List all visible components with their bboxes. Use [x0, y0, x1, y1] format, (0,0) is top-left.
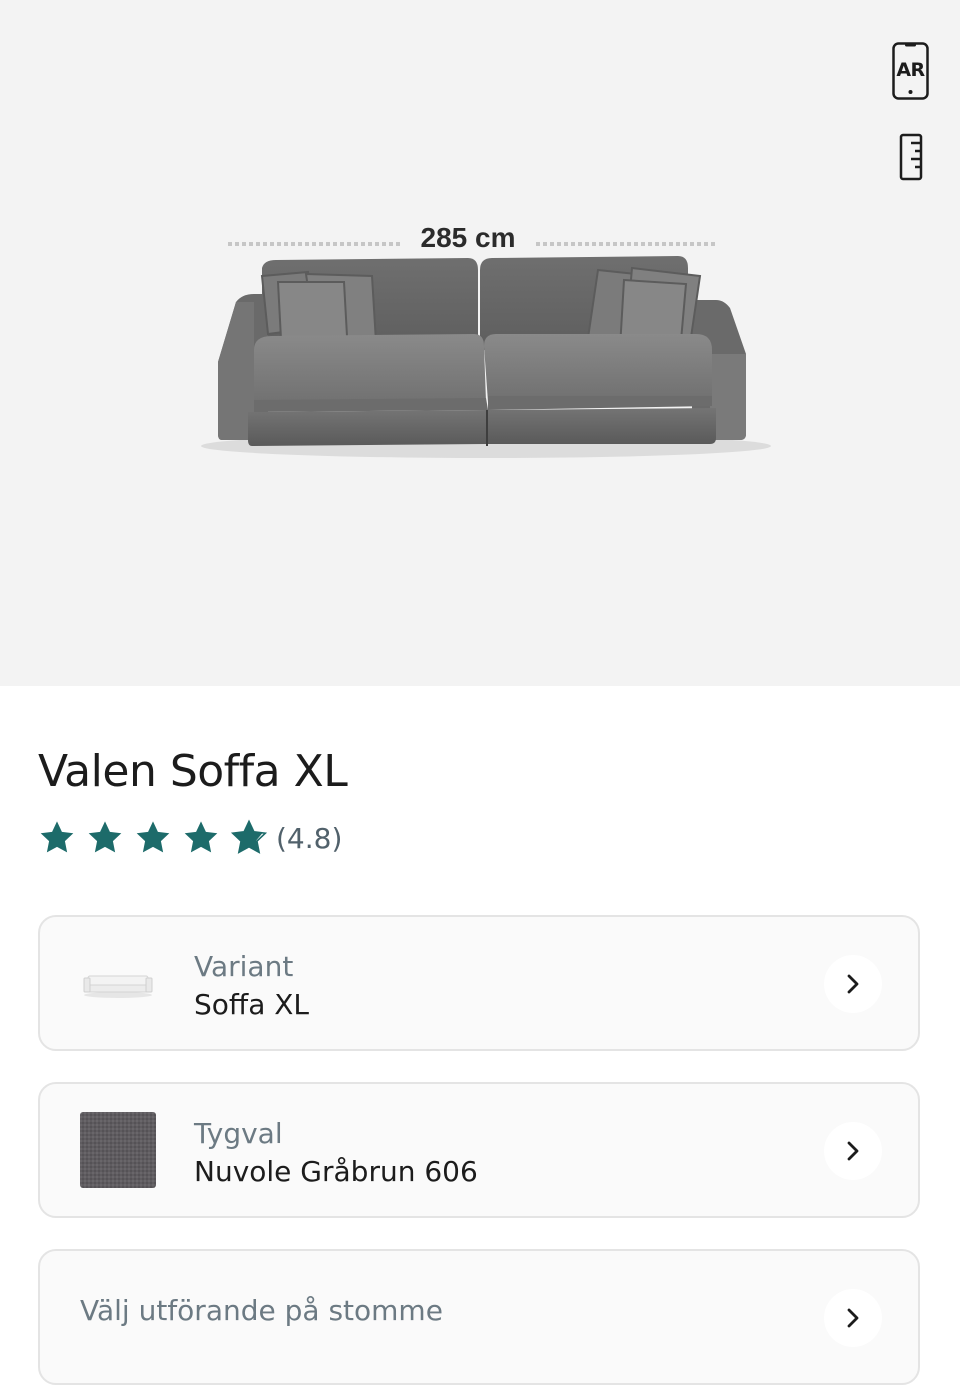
- star-icon: [40, 821, 74, 853]
- fabric-swatch: [80, 1112, 156, 1188]
- frame-finish-option-card[interactable]: Välj utförande på stomme: [38, 1249, 920, 1385]
- product-3d-viewer[interactable]: AR 285 cm: [0, 0, 960, 686]
- variant-option-card[interactable]: Variant Soffa XL: [38, 915, 920, 1051]
- option-value: Nuvole Gråbrun 606: [194, 1155, 478, 1188]
- star-icon: [136, 821, 170, 853]
- ruler-icon: [899, 133, 923, 181]
- rating-value: (4.8): [276, 821, 343, 855]
- option-label: Variant: [194, 950, 294, 983]
- chevron-right-icon: [847, 974, 859, 994]
- product-rating[interactable]: (4.8): [38, 818, 342, 858]
- chevron-right-icon: [847, 1308, 859, 1328]
- measure-button[interactable]: [899, 133, 925, 181]
- open-fabric-button[interactable]: [824, 1122, 882, 1180]
- option-label: Välj utförande på stomme: [80, 1294, 443, 1327]
- star-icon: [184, 821, 218, 853]
- product-title: Valen Soffa XL: [38, 746, 348, 797]
- sofa-thumbnail: [83, 975, 153, 998]
- ar-view-button[interactable]: AR: [892, 42, 929, 100]
- open-frame-finish-button[interactable]: [824, 1289, 882, 1347]
- option-value: Soffa XL: [194, 988, 310, 1021]
- fabric-option-card[interactable]: Tygval Nuvole Gråbrun 606: [38, 1082, 920, 1218]
- option-label: Tygval: [194, 1117, 283, 1150]
- sofa-3d-model[interactable]: [196, 250, 776, 480]
- ar-label: AR: [896, 59, 925, 81]
- open-variant-button[interactable]: [824, 955, 882, 1013]
- star-icon: [88, 821, 122, 853]
- star-partial-icon: [230, 819, 268, 854]
- chevron-right-icon: [847, 1141, 859, 1161]
